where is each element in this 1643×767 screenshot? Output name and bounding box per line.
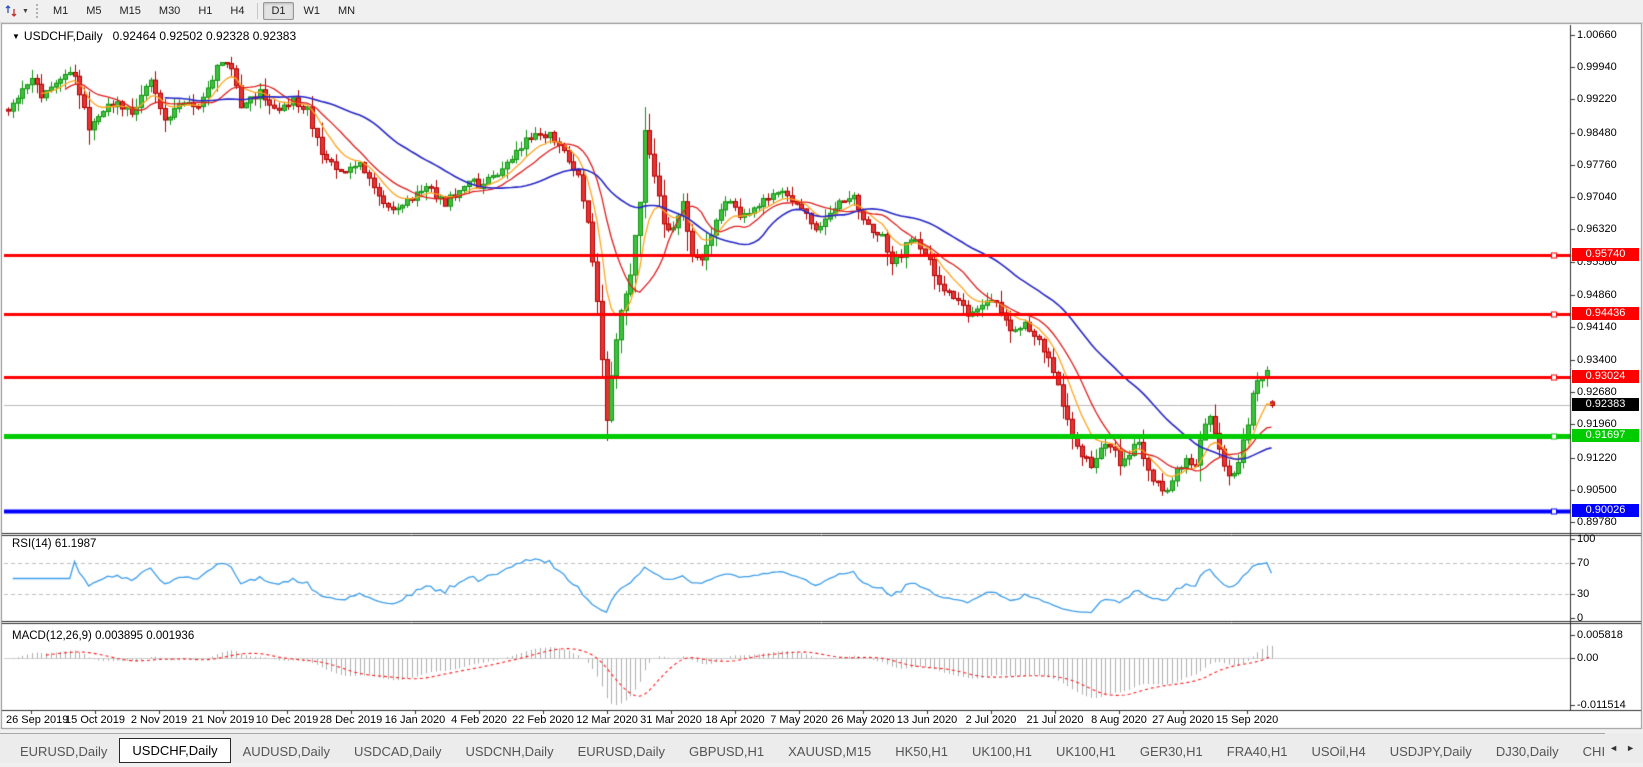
chart-ohlc: 0.92464 0.92502 0.92328 0.92383: [113, 29, 297, 43]
price-level-tag: 0.90026: [1572, 504, 1639, 517]
mt4-window: ▼ M1M5M15M30H1H4 D1W1MN ▼ USDCHF,Daily 0.92…: [0, 0, 1643, 767]
chart-tab-11[interactable]: GER30,H1: [1128, 740, 1215, 763]
timeframe-button-h4[interactable]: H4: [222, 2, 252, 20]
timeframe-button-m30[interactable]: M30: [151, 2, 188, 20]
price-level-tag: 0.91697: [1572, 429, 1639, 442]
toolbar-grip[interactable]: [36, 4, 38, 18]
date-tick-label: 22 Feb 2020: [512, 714, 574, 726]
macd-tick-label: 0.00: [1577, 652, 1598, 664]
price-tick-label: 0.99940: [1577, 61, 1617, 73]
date-tick-label: 16 Jan 2020: [385, 714, 446, 726]
date-tick-label: 21 Jul 2020: [1027, 714, 1084, 726]
date-tick-label: 13 Jun 2020: [897, 714, 958, 726]
chart-tab-3[interactable]: USDCAD,Daily: [342, 740, 453, 763]
timeframe-button-m1[interactable]: M1: [45, 2, 76, 20]
price-level-tag: 0.93024: [1572, 370, 1639, 383]
date-tick-label: 31 Mar 2020: [640, 714, 702, 726]
macd-indicator-label: MACD(12,26,9) 0.003895 0.001936: [12, 630, 194, 642]
date-tick-label: 27 Aug 2020: [1152, 714, 1214, 726]
price-tick-label: 0.89780: [1577, 516, 1617, 528]
date-tick-label: 7 May 2020: [770, 714, 827, 726]
price-tick-label: 0.91220: [1577, 452, 1617, 464]
chart-symbol: USDCHF,Daily: [24, 29, 103, 43]
timeframe-buttons: M1M5M15M30H1H4 D1W1MN: [44, 2, 364, 20]
date-tick-label: 10 Dec 2019: [256, 714, 318, 726]
price-tick-label: 0.94860: [1577, 289, 1617, 301]
date-tick-label: 4 Feb 2020: [451, 714, 507, 726]
chart-tab-2[interactable]: AUDUSD,Daily: [231, 740, 342, 763]
chart-tab-bar: EURUSD,DailyUSDCHF,DailyAUDUSD,DailyUSDC…: [0, 733, 1643, 763]
price-tick-label: 0.93400: [1577, 354, 1617, 366]
macd-tick-label: -0.011514: [1577, 699, 1626, 711]
date-tick-label: 28 Dec 2019: [320, 714, 382, 726]
chart-tab-7[interactable]: XAUUSD,M15: [776, 740, 883, 763]
date-tick-label: 15 Oct 2019: [65, 714, 125, 726]
price-tick-label: 0.92680: [1577, 386, 1617, 398]
collapse-arrow-icon[interactable]: ▼: [12, 32, 20, 41]
price-tick-label: 0.90500: [1577, 484, 1617, 496]
price-tick-label: 1.00660: [1577, 29, 1617, 41]
price-level-tag: 0.95740: [1572, 248, 1639, 261]
chart-title: ▼ USDCHF,Daily 0.92464 0.92502 0.92328 0.9…: [12, 29, 296, 43]
chart-tab-6[interactable]: GBPUSD,H1: [677, 740, 776, 763]
chart-tab-13[interactable]: USOil,H4: [1300, 740, 1378, 763]
price-tick-label: 0.96320: [1577, 223, 1617, 235]
chart-tab-15[interactable]: DJ30,Daily: [1484, 740, 1571, 763]
tab-scroll-controls: ◄ ►: [1605, 733, 1643, 763]
date-tick-label: 8 Aug 2020: [1091, 714, 1147, 726]
chart-tab-14[interactable]: USDJPY,Daily: [1378, 740, 1484, 763]
date-tick-label: 26 Sep 2019: [6, 714, 68, 726]
chart-tab-8[interactable]: HK50,H1: [883, 740, 960, 763]
price-tick-label: 0.97760: [1577, 159, 1617, 171]
chart-tab-10[interactable]: UK100,H1: [1044, 740, 1128, 763]
chevron-down-icon[interactable]: ▼: [22, 8, 29, 15]
date-tick-label: 18 Apr 2020: [705, 714, 764, 726]
timeframe-button-m15[interactable]: M15: [112, 2, 149, 20]
timeframe-button-d1[interactable]: D1: [263, 2, 293, 20]
rsi-tick-label: 100: [1577, 533, 1595, 545]
price-chart-canvas[interactable]: [0, 0, 1643, 767]
timeframe-button-m5[interactable]: M5: [78, 2, 109, 20]
rsi-tick-label: 70: [1577, 557, 1589, 569]
timeframe-button-h1[interactable]: H1: [190, 2, 220, 20]
date-tick-label: 15 Sep 2020: [1216, 714, 1278, 726]
date-tick-label: 26 May 2020: [831, 714, 895, 726]
tab-scroll-left-icon[interactable]: ◄: [1609, 743, 1618, 753]
rsi-tick-label: 0: [1577, 612, 1583, 624]
chart-tab-0[interactable]: EURUSD,Daily: [8, 740, 119, 763]
macd-tick-label: 0.005818: [1577, 629, 1623, 641]
rsi-tick-label: 30: [1577, 588, 1589, 600]
chart-tab-12[interactable]: FRA40,H1: [1215, 740, 1300, 763]
toolbar-separator: [257, 3, 258, 19]
date-tick-label: 21 Nov 2019: [192, 714, 254, 726]
date-tick-label: 2 Jul 2020: [966, 714, 1017, 726]
date-tick-label: 2 Nov 2019: [131, 714, 187, 726]
chart-tab-9[interactable]: UK100,H1: [960, 740, 1044, 763]
timeframe-button-mn[interactable]: MN: [330, 2, 363, 20]
chart-tab-1[interactable]: USDCHF,Daily: [119, 738, 230, 763]
price-level-tag: 0.94436: [1572, 307, 1639, 320]
chart-period-icon[interactable]: [3, 3, 21, 19]
price-tick-label: 0.99220: [1577, 93, 1617, 105]
price-tick-label: 0.97040: [1577, 191, 1617, 203]
rsi-indicator-label: RSI(14) 61.1987: [12, 538, 96, 550]
chart-tab-5[interactable]: EURUSD,Daily: [566, 740, 677, 763]
price-tick-label: 0.94140: [1577, 321, 1617, 333]
timeframe-toolbar: ▼ M1M5M15M30H1H4 D1W1MN: [0, 0, 1643, 23]
chart-tab-4[interactable]: USDCNH,Daily: [453, 740, 565, 763]
price-tick-label: 0.98480: [1577, 127, 1617, 139]
current-price-tag: 0.92383: [1572, 398, 1639, 411]
tab-scroll-right-icon[interactable]: ►: [1626, 743, 1635, 753]
timeframe-button-w1[interactable]: W1: [296, 2, 329, 20]
date-tick-label: 12 Mar 2020: [576, 714, 638, 726]
